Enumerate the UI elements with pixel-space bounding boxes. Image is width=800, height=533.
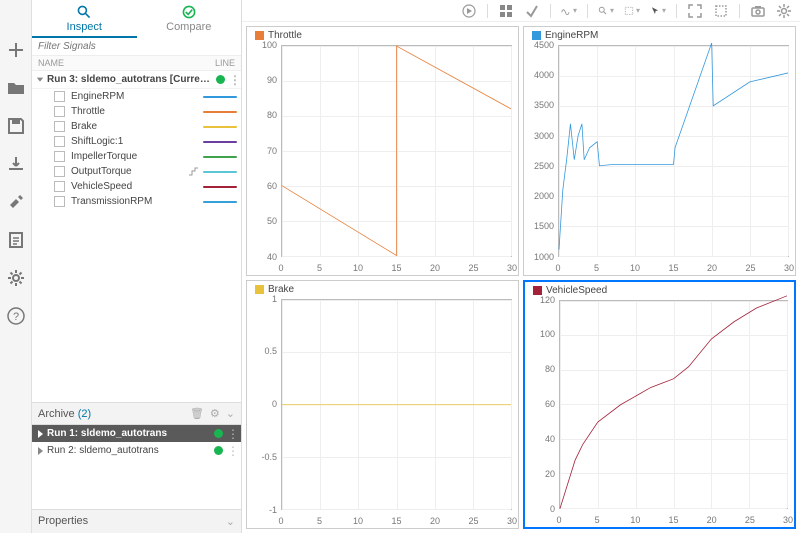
line-sample-icon — [203, 156, 237, 158]
plot-title: VehicleSpeed — [533, 285, 607, 296]
tab-inspect-label: Inspect — [67, 21, 102, 33]
plot-panel[interactable]: EngineRPM1000150020002500300035004000450… — [523, 26, 796, 276]
export-icon[interactable] — [6, 192, 26, 212]
plot-panel[interactable]: VehicleSpeed020406080100120051015202530 — [523, 280, 796, 530]
svg-text:?: ? — [12, 311, 18, 323]
expand-icon[interactable] — [687, 3, 703, 19]
checkbox[interactable] — [54, 181, 65, 192]
signal-row[interactable]: EngineRPM — [32, 89, 241, 104]
trash-icon[interactable]: 🗑 — [190, 407, 204, 420]
plot-area — [558, 45, 789, 257]
line-sample-icon — [203, 141, 237, 143]
status-dot-icon — [214, 429, 223, 438]
folder-icon[interactable] — [6, 78, 26, 98]
line-sample-icon — [203, 201, 237, 203]
settings-gear-icon[interactable] — [6, 268, 26, 288]
help-icon[interactable]: ? — [6, 306, 26, 326]
signal-row[interactable]: ImpellerTorque — [32, 149, 241, 164]
checkbox[interactable] — [54, 91, 65, 102]
plot-title: EngineRPM — [532, 30, 598, 41]
checkbox[interactable] — [54, 106, 65, 117]
signal-row[interactable]: OutputTorque — [32, 164, 241, 179]
report-icon[interactable] — [6, 230, 26, 250]
kebab-menu-icon[interactable]: ⋮ — [227, 449, 235, 453]
signal-row[interactable]: Throttle — [32, 104, 241, 119]
signal-name: Brake — [71, 121, 203, 132]
disclosure-triangle-icon — [38, 430, 43, 438]
line-sample-icon — [203, 111, 237, 113]
add-icon[interactable] — [6, 40, 26, 60]
line-sample-icon — [203, 126, 237, 128]
signal-name: ImpellerTorque — [71, 151, 203, 162]
plot-area — [281, 299, 512, 511]
signal-type-icon[interactable]: ▾ — [561, 3, 577, 19]
signal-name: OutputTorque — [71, 166, 188, 177]
chevron-down-icon[interactable]: ⌄ — [226, 407, 235, 420]
snapshot-icon[interactable] — [750, 3, 766, 19]
line-sample-icon — [203, 96, 237, 98]
properties-header[interactable]: Properties ⌄ — [32, 509, 241, 533]
signal-name: ShiftLogic:1 — [71, 136, 203, 147]
kebab-menu-icon[interactable]: ⋮ — [229, 78, 237, 82]
signal-row[interactable]: VehicleSpeed — [32, 179, 241, 194]
plot-area — [559, 300, 788, 510]
signal-name: EngineRPM — [71, 91, 203, 102]
tab-compare-label: Compare — [166, 21, 211, 33]
chevron-down-icon[interactable]: ⌄ — [226, 515, 235, 528]
save-icon[interactable] — [6, 116, 26, 136]
gear-icon[interactable] — [776, 3, 792, 19]
checkbox[interactable] — [54, 151, 65, 162]
signal-name: TransmissionRPM — [71, 196, 203, 207]
signal-row[interactable]: TransmissionRPM — [32, 194, 241, 209]
plot-panel[interactable]: Brake-1-0.500.51051015202530 — [246, 280, 519, 530]
archive-header[interactable]: Archive (2) 🗑 ⚙ ⌄ — [32, 402, 241, 425]
left-icon-toolbar: ? — [0, 0, 32, 533]
signal-row[interactable]: ShiftLogic:1 — [32, 134, 241, 149]
pointer-icon[interactable]: ▾ — [650, 3, 666, 19]
archive-run-2[interactable]: Run 2: sldemo_autotrans ⋮ — [32, 442, 241, 459]
filter-signals-input[interactable] — [32, 38, 241, 56]
import-icon[interactable] — [6, 154, 26, 174]
gear-small-icon[interactable]: ⚙ — [210, 407, 220, 420]
status-dot-icon — [216, 75, 225, 84]
disclosure-triangle-icon — [38, 447, 43, 455]
signal-name: VehicleSpeed — [71, 181, 203, 192]
checkbox[interactable] — [54, 136, 65, 147]
plot-area — [281, 45, 512, 257]
plot-title: Brake — [255, 284, 294, 295]
signal-name: Throttle — [71, 106, 203, 117]
checkbox[interactable] — [54, 121, 65, 132]
tab-compare[interactable]: Compare — [137, 0, 242, 38]
signal-column-header: NAME LINE — [32, 56, 241, 71]
layout-grid-icon[interactable] — [498, 3, 514, 19]
fit-icon[interactable]: ▾ — [624, 3, 640, 19]
signal-row[interactable]: Brake — [32, 119, 241, 134]
clear-icon[interactable] — [524, 3, 540, 19]
checkbox[interactable] — [54, 196, 65, 207]
status-dot-icon — [214, 446, 223, 455]
current-run-row[interactable]: Run 3: sldemo_autotrans [Current] ⋮ — [32, 71, 241, 89]
line-sample-icon — [203, 171, 237, 173]
plot-toolbar: ▾ ▾ ▾ ▾ — [242, 0, 800, 22]
maximize-icon[interactable] — [713, 3, 729, 19]
line-sample-icon — [203, 186, 237, 188]
archive-run-1[interactable]: Run 1: sldemo_autotrans ⋮ — [32, 425, 241, 442]
plot-panel[interactable]: Throttle405060708090100051015202530 — [246, 26, 519, 276]
zoom-icon[interactable]: ▾ — [598, 3, 614, 19]
main-area: ▾ ▾ ▾ ▾ Throttle405060708090100051015202… — [242, 0, 800, 533]
side-panel: Inspect Compare NAME LINE Run 3: sldemo_… — [32, 0, 242, 533]
checkbox[interactable] — [54, 166, 65, 177]
tab-inspect[interactable]: Inspect — [32, 0, 137, 38]
kebab-menu-icon[interactable]: ⋮ — [227, 432, 235, 436]
plot-title: Throttle — [255, 30, 302, 41]
run-icon[interactable] — [461, 3, 477, 19]
